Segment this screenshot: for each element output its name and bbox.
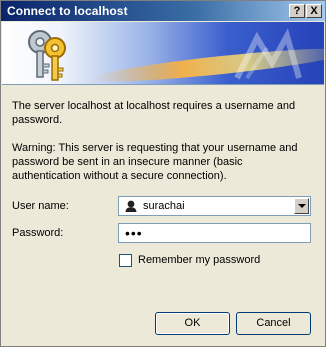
password-value: ••• <box>125 225 143 241</box>
keys-icon <box>28 30 66 81</box>
help-button[interactable]: ? <box>289 4 305 18</box>
username-value: surachai <box>143 200 185 212</box>
username-combobox[interactable]: surachai <box>118 196 311 216</box>
remember-password-checkbox[interactable] <box>119 254 132 267</box>
close-button[interactable]: X <box>306 4 322 18</box>
login-dialog: Connect to localhost ? X The server loca… <box>0 0 326 347</box>
password-label: Password: <box>12 227 64 239</box>
ok-button[interactable]: OK <box>155 312 230 335</box>
password-field[interactable]: ••• <box>118 223 311 243</box>
username-label: User name: <box>12 200 69 212</box>
user-icon <box>125 200 137 212</box>
banner-watermark-icon <box>234 28 302 80</box>
username-dropdown-button[interactable] <box>294 198 309 214</box>
warning-message: Warning: This server is requesting that … <box>12 142 298 182</box>
remember-password-label[interactable]: Remember my password <box>138 254 260 266</box>
server-message: The server localhost at localhost requir… <box>12 100 296 126</box>
dialog-banner <box>2 22 324 85</box>
dialog-title: Connect to localhost <box>7 4 128 18</box>
title-bar[interactable]: Connect to localhost ? X <box>1 1 325 21</box>
cancel-button[interactable]: Cancel <box>236 312 311 335</box>
chevron-down-icon <box>298 204 306 208</box>
